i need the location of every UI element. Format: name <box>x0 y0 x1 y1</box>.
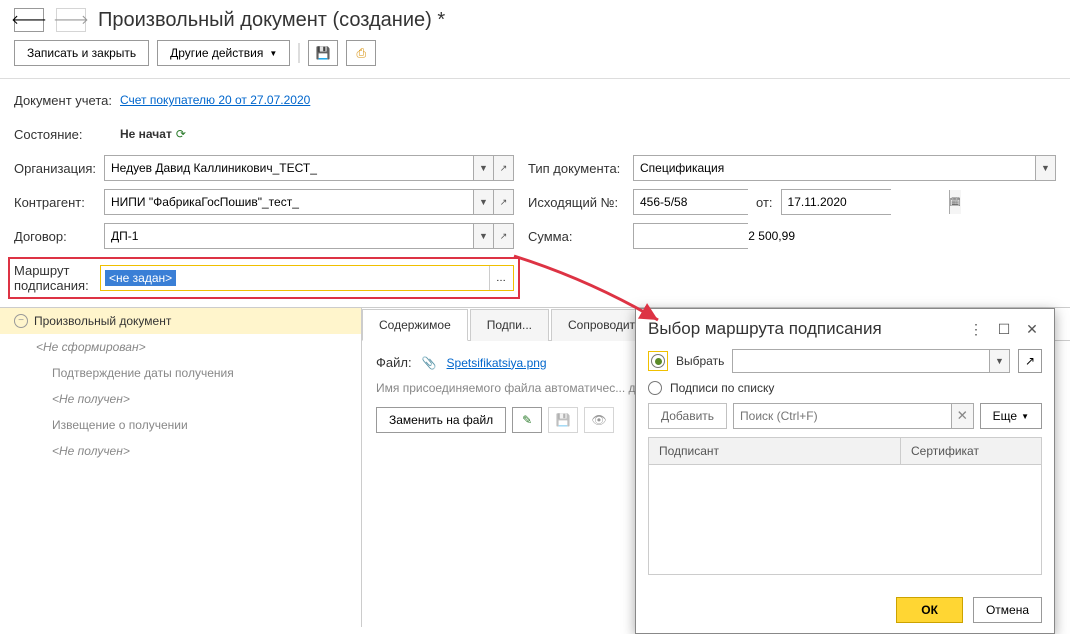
cancel-button[interactable]: Отмена <box>973 597 1042 623</box>
collapse-icon[interactable]: − <box>14 314 28 328</box>
dropdown-icon[interactable]: ▼ <box>473 224 493 248</box>
search-field[interactable]: ✕ <box>733 403 974 429</box>
chevron-down-icon: ▼ <box>269 49 277 58</box>
nav-forward-button[interactable]: 🡒 <box>56 8 86 32</box>
route-field[interactable]: <не задан> … <box>100 265 514 291</box>
radio-select[interactable] <box>651 354 665 368</box>
tab-content[interactable]: Содержимое <box>362 309 468 341</box>
date-input[interactable] <box>782 190 949 214</box>
ellipsis-button[interactable]: … <box>489 266 513 290</box>
save-close-button[interactable]: Записать и закрыть <box>14 40 149 66</box>
dropdown-icon[interactable]: ▼ <box>473 190 493 214</box>
open-icon[interactable]: ↗ <box>493 156 513 180</box>
route-label: Маршрут подписания: <box>14 263 100 293</box>
document-tree: − Произвольный документ <Не сформирован>… <box>0 307 362 627</box>
state-label: Состояние: <box>14 127 120 142</box>
open-icon[interactable]: ↗ <box>493 190 513 214</box>
add-button[interactable]: Добавить <box>648 403 727 429</box>
replace-file-button[interactable]: Заменить на файл <box>376 407 506 433</box>
radio-list-label: Подписи по списку <box>670 381 774 395</box>
tree-item-receipt-status: <Не получен> <box>0 438 361 464</box>
edit-file-button[interactable]: ✎ <box>512 407 542 433</box>
sum-field[interactable] <box>633 223 748 249</box>
out-no-field[interactable] <box>633 189 748 215</box>
file-label: Файл: <box>376 355 412 370</box>
counterparty-field[interactable]: ▼ ↗ <box>104 189 514 215</box>
tree-item-receipt[interactable]: Извещение о получении <box>0 412 361 438</box>
open-icon[interactable]: ↗ <box>1018 349 1042 373</box>
doctype-label: Тип документа: <box>528 161 633 176</box>
dialog-menu-button[interactable]: ⋮ <box>966 319 986 339</box>
save-icon-button[interactable]: 💾 <box>308 40 338 66</box>
org-input[interactable] <box>105 156 473 180</box>
view-file-button[interactable]: 👁 <box>584 407 614 433</box>
dialog-maximize-button[interactable]: ☐ <box>994 319 1014 339</box>
radio-list[interactable] <box>648 381 662 395</box>
state-value: Не начат <box>120 127 172 141</box>
radio-select-label: Выбрать <box>676 354 724 368</box>
structure-icon-button[interactable]: ⎙ <box>346 40 376 66</box>
signers-table-body <box>648 465 1042 575</box>
ok-button[interactable]: ОК <box>896 597 963 623</box>
route-selection-dialog: Выбор маршрута подписания ⋮ ☐ ✕ Выбрать … <box>635 308 1055 634</box>
route-select-field[interactable]: ▼ <box>732 349 1010 373</box>
tab-signatures[interactable]: Подпи... <box>470 309 549 341</box>
tree-root-status: <Не сформирован> <box>0 334 361 360</box>
contract-label: Договор: <box>14 229 104 244</box>
dialog-title: Выбор маршрута подписания <box>648 319 958 339</box>
date-from-label: от: <box>756 195 773 210</box>
sum-label: Сумма: <box>528 229 633 244</box>
sum-input[interactable] <box>634 224 801 248</box>
col-signer: Подписант <box>649 438 901 464</box>
org-label: Организация: <box>14 161 104 176</box>
other-actions-button[interactable]: Другие действия ▼ <box>157 40 290 66</box>
col-cert: Сертификат <box>901 438 1041 464</box>
page-title: Произвольный документ (создание) * <box>98 9 445 32</box>
doc-account-label: Документ учета: <box>14 93 120 108</box>
route-select-input[interactable] <box>733 350 989 372</box>
tree-item-confirm-status: <Не получен> <box>0 386 361 412</box>
dialog-close-button[interactable]: ✕ <box>1022 319 1042 339</box>
org-field[interactable]: ▼ ↗ <box>104 155 514 181</box>
nav-back-button[interactable]: 🡐 <box>14 8 44 32</box>
doc-account-link[interactable]: Счет покупателю 20 от 27.07.2020 <box>120 93 310 107</box>
dropdown-icon[interactable]: ▼ <box>1035 156 1055 180</box>
contract-field[interactable]: ▼ ↗ <box>104 223 514 249</box>
tree-root[interactable]: − Произвольный документ <box>0 308 361 334</box>
file-link[interactable]: Spetsifikatsiya.png <box>447 356 547 370</box>
dropdown-icon[interactable]: ▼ <box>473 156 493 180</box>
out-no-input[interactable] <box>634 190 801 214</box>
attachment-icon: 📎 <box>422 356 437 370</box>
more-button[interactable]: Еще ▼ <box>980 403 1042 429</box>
save-file-button[interactable]: 💾 <box>548 407 578 433</box>
tree-item-confirm[interactable]: Подтверждение даты получения <box>0 360 361 386</box>
search-input[interactable] <box>734 409 951 423</box>
out-no-label: Исходящий №: <box>528 195 633 210</box>
refresh-icon[interactable]: ⟳ <box>176 127 186 141</box>
signers-table-header: Подписант Сертификат <box>648 437 1042 465</box>
chevron-down-icon: ▼ <box>1021 412 1029 421</box>
clear-search-button[interactable]: ✕ <box>951 404 973 428</box>
doctype-input[interactable] <box>634 156 1035 180</box>
counterparty-label: Контрагент: <box>14 195 104 210</box>
doctype-field[interactable]: ▼ <box>633 155 1056 181</box>
date-field[interactable]: 🗓 <box>781 189 891 215</box>
counterparty-input[interactable] <box>105 190 473 214</box>
route-value: <не задан> <box>105 270 176 286</box>
open-icon[interactable]: ↗ <box>493 224 513 248</box>
contract-input[interactable] <box>105 224 473 248</box>
dropdown-icon[interactable]: ▼ <box>989 350 1009 372</box>
calendar-icon[interactable]: 🗓 <box>949 190 961 214</box>
